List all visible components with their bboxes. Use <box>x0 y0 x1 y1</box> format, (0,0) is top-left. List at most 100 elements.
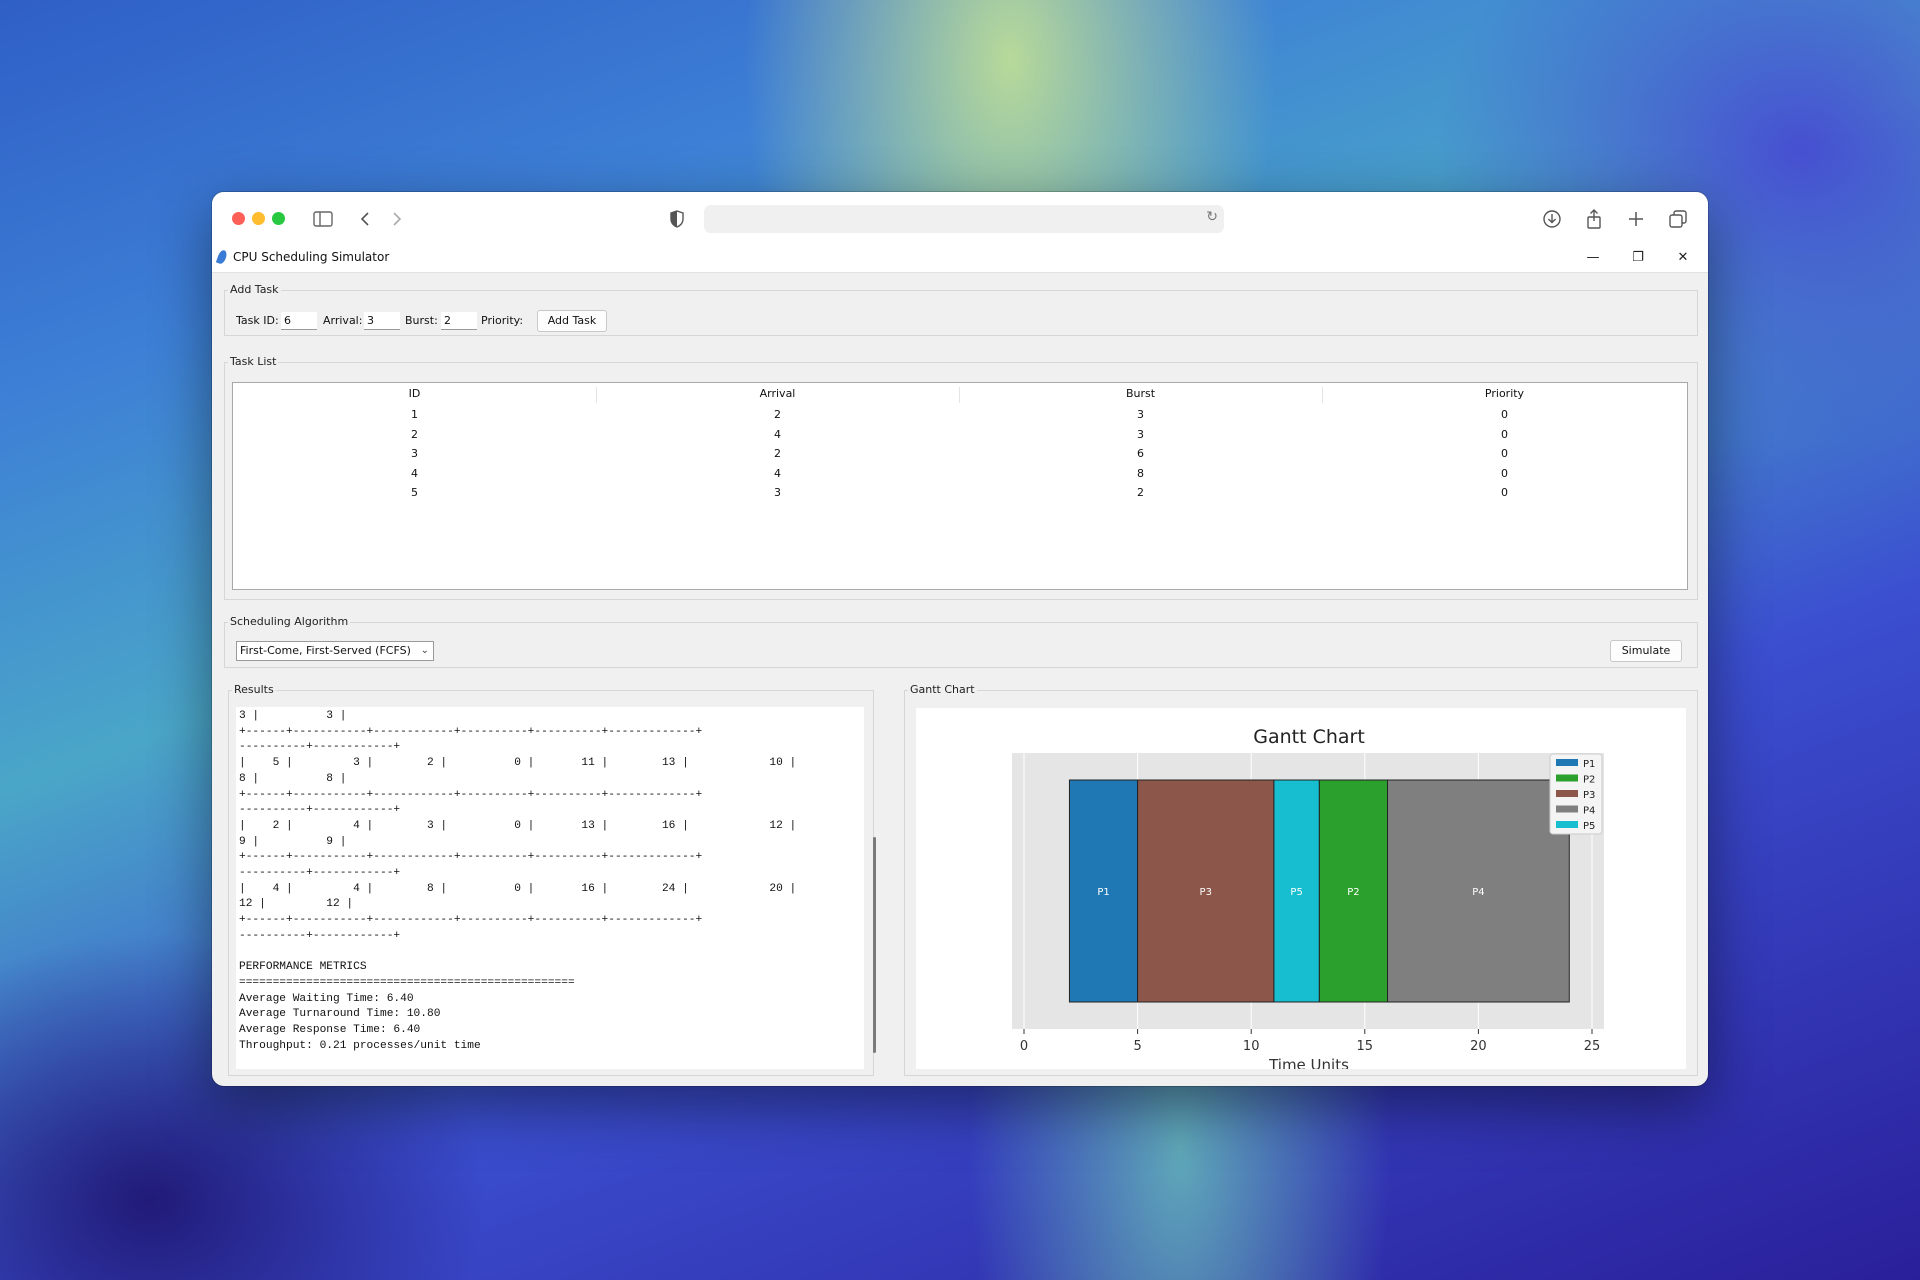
table-cell[interactable]: 1 <box>233 408 596 424</box>
results-line: PERFORMANCE METRICS <box>239 961 367 974</box>
column-header-id[interactable]: ID <box>233 387 597 403</box>
restore-button[interactable]: ❐ <box>1623 247 1653 269</box>
results-scrollbar[interactable] <box>873 837 876 1053</box>
table-cell[interactable]: 5 <box>233 486 596 502</box>
gantt-chart: Gantt Chart P1 P3 P5 P2 P4 0 5 10 15 20 25 Time U… <box>1012 726 1604 1069</box>
task-list-group-label: Task List <box>228 355 279 368</box>
results-line: Throughput: 0.21 processes/unit time <box>239 1039 481 1052</box>
close-dot[interactable] <box>232 212 245 225</box>
table-cell[interactable]: 8 <box>959 467 1322 483</box>
add-task-group-label: Add Task <box>228 283 281 296</box>
gantt-bar-label: P3 <box>1200 887 1212 898</box>
table-cell[interactable]: 0 <box>1322 428 1687 444</box>
legend-label: P1 <box>1583 759 1595 770</box>
results-line: +------+-----------+------------+-------… <box>239 725 703 738</box>
results-line: ========================================… <box>239 976 575 989</box>
gantt-group-label: Gantt Chart <box>908 683 977 696</box>
x-tick-label: 15 <box>1357 1039 1374 1054</box>
results-line: Average Waiting Time: 6.40 <box>239 992 414 1005</box>
burst-label: Burst: <box>405 314 438 327</box>
forward-icon[interactable] <box>384 206 410 232</box>
arrival-input[interactable] <box>364 312 400 330</box>
arrival-label: Arrival: <box>323 314 363 327</box>
close-button[interactable]: ✕ <box>1668 247 1698 269</box>
table-cell[interactable]: 0 <box>1322 447 1687 463</box>
gantt-chart-panel: Gantt Chart P1 P3 P5 P2 P4 0 5 10 15 20 25 Time U… <box>916 708 1686 1069</box>
gantt-bar-label: P1 <box>1097 887 1109 898</box>
app-titlebar: CPU Scheduling Simulator — ❐ ✕ <box>212 244 1708 273</box>
table-cell[interactable]: 2 <box>596 408 959 424</box>
x-tick-label: 25 <box>1584 1039 1601 1054</box>
reload-icon[interactable]: ↻ <box>1206 209 1218 225</box>
column-header-burst[interactable]: Burst <box>959 387 1323 403</box>
legend-swatch <box>1556 790 1578 797</box>
results-line: +------+-----------+------------+-------… <box>239 788 703 801</box>
back-icon[interactable] <box>352 206 378 232</box>
column-header-arrival[interactable]: Arrival <box>596 387 960 403</box>
x-tick-label: 0 <box>1020 1039 1028 1054</box>
add-task-button[interactable]: Add Task <box>537 310 607 332</box>
results-line: | 5 | 3 | 2 | 0 | 11 | 13 | 10 | <box>239 757 797 770</box>
shield-icon[interactable] <box>664 206 690 232</box>
minimize-button[interactable]: — <box>1578 247 1608 269</box>
download-icon[interactable] <box>1539 206 1565 232</box>
table-cell[interactable]: 2 <box>959 486 1322 502</box>
legend-swatch <box>1556 774 1578 782</box>
feather-icon <box>215 249 229 265</box>
task-table[interactable]: ID Arrival Burst Priority 1 2 3 0 2 4 3 … <box>232 382 1688 590</box>
table-cell[interactable]: 3 <box>959 408 1322 424</box>
results-line: ----------+------------+ <box>239 741 401 754</box>
burst-input[interactable] <box>441 312 477 330</box>
results-line: Average Response Time: 6.40 <box>239 1024 421 1037</box>
minimize-dot[interactable] <box>252 212 265 225</box>
results-line: +------+-----------+------------+-------… <box>239 851 703 864</box>
results-line: | 2 | 4 | 3 | 0 | 13 | 16 | 12 | <box>239 819 797 832</box>
results-line: 12 | 12 | <box>239 898 354 911</box>
share-icon[interactable] <box>1581 206 1607 232</box>
legend-label: P5 <box>1583 821 1595 832</box>
tabs-icon[interactable] <box>1665 206 1691 232</box>
table-cell[interactable]: 3 <box>233 447 596 463</box>
legend-label: P2 <box>1583 775 1595 786</box>
app-window: ↻ CPU Scheduling Simulator — ❐ ✕ Add Tas… <box>212 192 1708 1086</box>
chart-legend: P1 P2 P3 P4 P5 <box>1549 753 1603 835</box>
results-line: +------+-----------+------------+-------… <box>239 914 703 927</box>
table-cell[interactable]: 4 <box>233 467 596 483</box>
legend-swatch <box>1556 759 1578 766</box>
table-cell[interactable]: 2 <box>596 447 959 463</box>
table-cell[interactable]: 4 <box>596 467 959 483</box>
results-line: 8 | 8 | <box>239 772 347 785</box>
results-line: 9 | 9 | <box>239 835 347 848</box>
table-cell[interactable]: 4 <box>596 428 959 444</box>
table-cell[interactable]: 0 <box>1322 486 1687 502</box>
results-line: 3 | 3 | <box>239 710 347 722</box>
legend-swatch <box>1556 821 1578 828</box>
task-id-input[interactable] <box>281 312 317 330</box>
column-header-priority[interactable]: Priority <box>1322 387 1687 403</box>
results-group-label: Results <box>232 683 276 696</box>
simulate-button[interactable]: Simulate <box>1610 640 1682 662</box>
legend-label: P4 <box>1583 806 1595 817</box>
legend-label: P3 <box>1583 790 1595 801</box>
results-textbox[interactable]: 3 | 3 | +------+-----------+------------… <box>236 707 864 1069</box>
task-id-label: Task ID: <box>236 314 279 327</box>
browser-toolbar: ↻ <box>212 192 1708 244</box>
algorithm-select[interactable]: First-Come, First-Served (FCFS) ⌄ <box>236 641 434 661</box>
table-cell[interactable]: 2 <box>233 428 596 444</box>
chart-title: Gantt Chart <box>1253 726 1365 748</box>
table-cell[interactable]: 3 <box>959 428 1322 444</box>
window-title: CPU Scheduling Simulator <box>233 250 390 264</box>
table-cell[interactable]: 6 <box>959 447 1322 463</box>
table-cell[interactable]: 0 <box>1322 467 1687 483</box>
zoom-dot[interactable] <box>272 212 285 225</box>
gantt-bar-label: P2 <box>1347 887 1359 898</box>
table-cell[interactable]: 3 <box>596 486 959 502</box>
results-line: ----------+------------+ <box>239 867 401 880</box>
priority-label: Priority: <box>481 314 524 327</box>
table-cell[interactable]: 0 <box>1322 408 1687 424</box>
new-tab-icon[interactable] <box>1623 206 1649 232</box>
x-axis-label: Time Units <box>1268 1056 1349 1069</box>
sidebar-icon[interactable] <box>310 206 336 232</box>
address-bar[interactable]: ↻ <box>704 205 1224 233</box>
chevron-down-icon[interactable]: ⌄ <box>421 642 429 660</box>
